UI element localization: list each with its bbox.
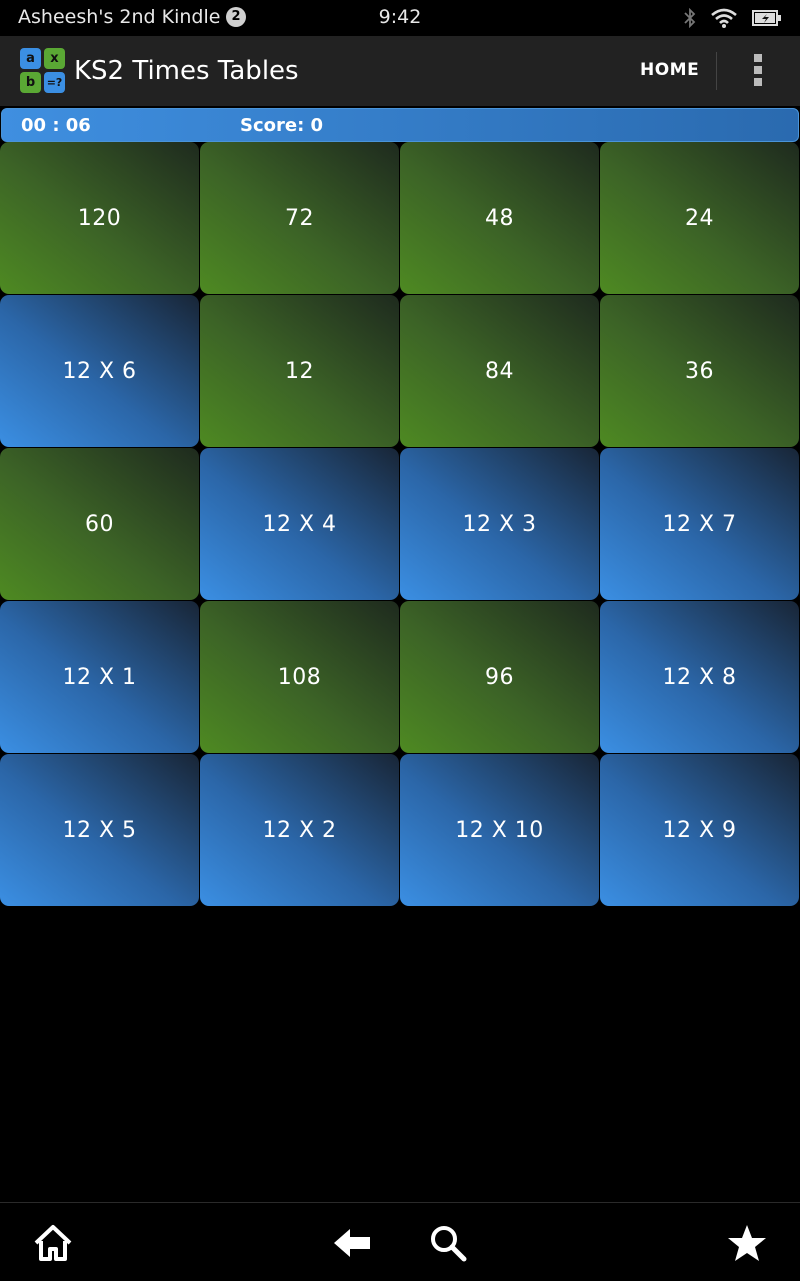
- question-tile[interactable]: 12 X 9: [600, 754, 799, 906]
- tile-grid: 120 72 48 24 12 X 6 12 84 36 60 12 X 4 12 X 3 12 X …: [0, 142, 800, 907]
- question-tile[interactable]: 12 X 3: [400, 448, 599, 600]
- status-icons: [684, 6, 782, 30]
- answer-tile[interactable]: 96: [400, 601, 599, 753]
- status-time: 9:42: [378, 6, 422, 28]
- answer-tile[interactable]: 24: [600, 142, 799, 294]
- answer-tile[interactable]: 84: [400, 295, 599, 447]
- logo-cell-a: a: [20, 48, 41, 69]
- back-icon[interactable]: [332, 1223, 372, 1263]
- wifi-icon: [711, 8, 737, 28]
- answer-tile[interactable]: 12: [200, 295, 399, 447]
- answer-tile[interactable]: 60: [0, 448, 199, 600]
- question-tile[interactable]: 12 X 7: [600, 448, 799, 600]
- overflow-menu-icon[interactable]: [750, 54, 766, 88]
- navigation-bar: [0, 1202, 800, 1281]
- question-tile[interactable]: 12 X 10: [400, 754, 599, 906]
- bluetooth-icon: [684, 8, 696, 28]
- logo-cell-x: x: [44, 48, 65, 69]
- search-icon[interactable]: [428, 1223, 468, 1263]
- action-bar: a x b =? KS2 Times Tables HOME: [0, 36, 800, 106]
- app-title: KS2 Times Tables: [74, 56, 299, 86]
- action-divider: [716, 52, 717, 90]
- home-icon[interactable]: [33, 1223, 73, 1263]
- timer: 00 : 06: [21, 115, 91, 136]
- score: Score: 0: [240, 115, 324, 136]
- status-bar: Asheesh's 2nd Kindle 2 9:42: [0, 0, 800, 36]
- answer-tile[interactable]: 108: [200, 601, 399, 753]
- answer-tile[interactable]: 48: [400, 142, 599, 294]
- logo-cell-b: b: [20, 72, 41, 93]
- game-status-bar: 00 : 06 Score: 0: [1, 108, 799, 142]
- answer-tile[interactable]: 120: [0, 142, 199, 294]
- favorites-star-icon[interactable]: [727, 1223, 767, 1263]
- question-tile[interactable]: 12 X 4: [200, 448, 399, 600]
- question-tile[interactable]: 12 X 8: [600, 601, 799, 753]
- battery-charging-icon: [752, 10, 781, 26]
- question-tile[interactable]: 12 X 2: [200, 754, 399, 906]
- answer-tile[interactable]: 36: [600, 295, 799, 447]
- question-tile[interactable]: 12 X 6: [0, 295, 199, 447]
- question-tile[interactable]: 12 X 1: [0, 601, 199, 753]
- answer-tile[interactable]: 72: [200, 142, 399, 294]
- logo-cell-equals: =?: [44, 72, 65, 93]
- home-button[interactable]: HOME: [640, 60, 699, 80]
- app-logo: a x b =?: [20, 48, 66, 94]
- question-tile[interactable]: 12 X 5: [0, 754, 199, 906]
